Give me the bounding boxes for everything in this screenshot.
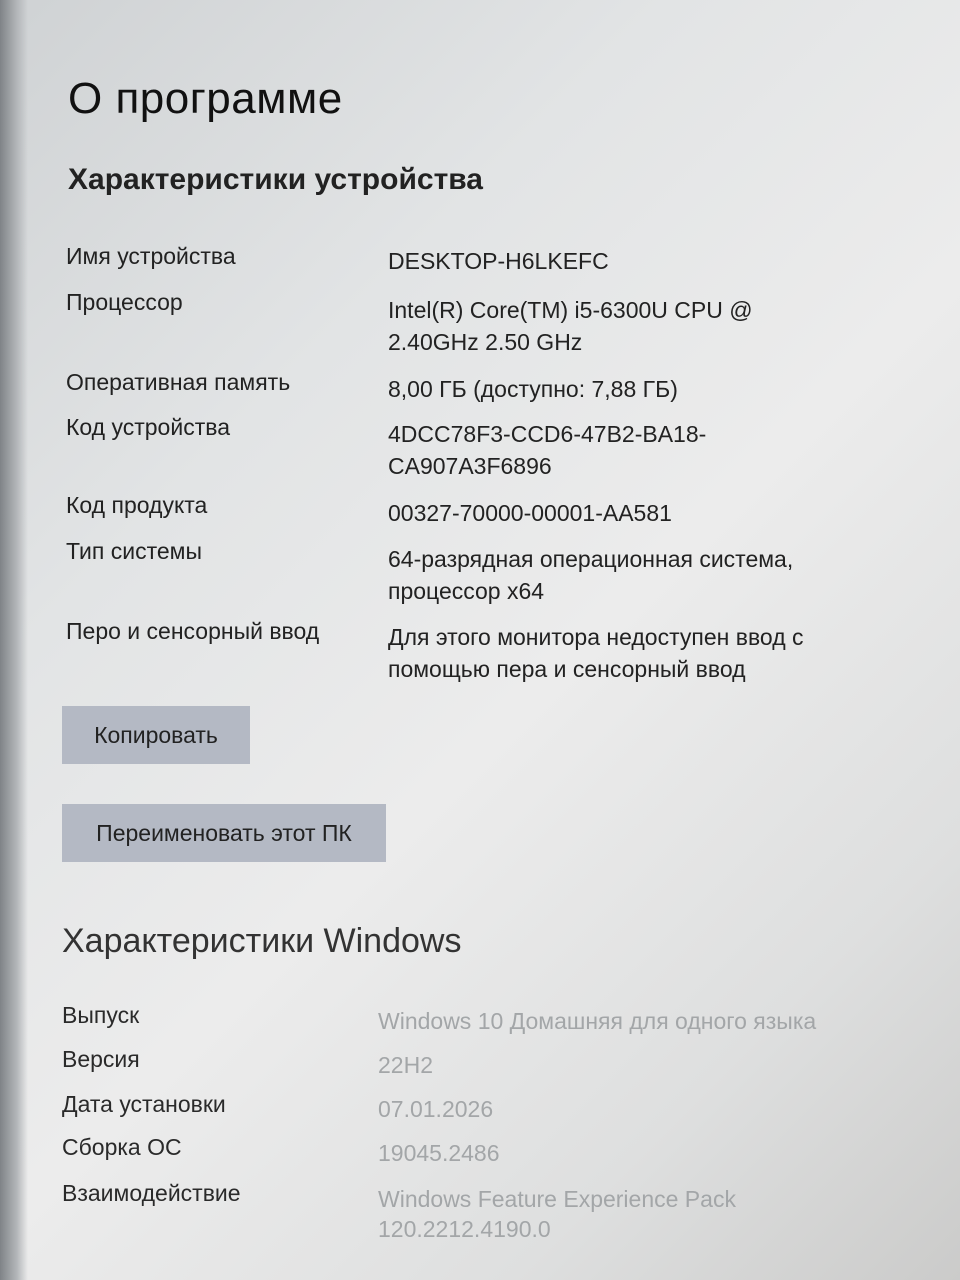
ram-value: 8,00 ГБ (доступно: 7,88 ГБ) <box>388 376 678 402</box>
os-build-label: Сборка ОС <box>62 1134 182 1160</box>
experience-value: Windows Feature Experience Pack 120.2212… <box>378 1186 736 1242</box>
device-name-label: Имя устройства <box>66 243 236 269</box>
install-date-value: 07.01.2026 <box>378 1096 494 1122</box>
processor-label: Процессор <box>66 289 183 315</box>
about-page: О программе Характеристики устройства Им… <box>0 0 960 1280</box>
page-title: О программе <box>68 74 343 123</box>
edition-value: Windows 10 Домашняя для одного языка <box>378 1008 817 1034</box>
product-id-label: Код продукта <box>66 492 208 518</box>
system-type-label: Тип системы <box>66 538 202 564</box>
experience-label: Взаимодействие <box>62 1180 241 1206</box>
device-id-label: Код устройства <box>66 414 230 440</box>
install-date-label: Дата установки <box>62 1091 226 1117</box>
product-id-value: 00327-70000-00001-AA581 <box>388 500 672 526</box>
system-type-value: 64-разрядная операционная система, проце… <box>388 546 794 604</box>
pen-touch-label: Перо и сенсорный ввод <box>66 618 320 644</box>
device-specs-title: Характеристики устройства <box>68 163 483 196</box>
processor-value: Intel(R) Core(TM) i5-6300U CPU @ 2.40GHz… <box>388 297 753 355</box>
device-name-value: DESKTOP-H6LKEFC <box>388 248 609 274</box>
version-label: Версия <box>62 1046 140 1072</box>
pen-touch-value: Для этого монитора недоступен ввод с пом… <box>388 624 804 682</box>
os-build-value: 19045.2486 <box>378 1140 500 1166</box>
ram-label: Оперативная память <box>66 369 291 395</box>
copy-button[interactable]: Копировать <box>62 706 250 764</box>
version-value: 22H2 <box>378 1052 433 1078</box>
windows-specs-title: Характеристики Windows <box>62 922 462 960</box>
device-id-value: 4DCC78F3-CCD6-47B2-BA18-CA907A3F6896 <box>388 421 707 479</box>
rename-pc-button[interactable]: Переименовать этот ПК <box>62 804 386 862</box>
edition-label: Выпуск <box>62 1002 140 1028</box>
